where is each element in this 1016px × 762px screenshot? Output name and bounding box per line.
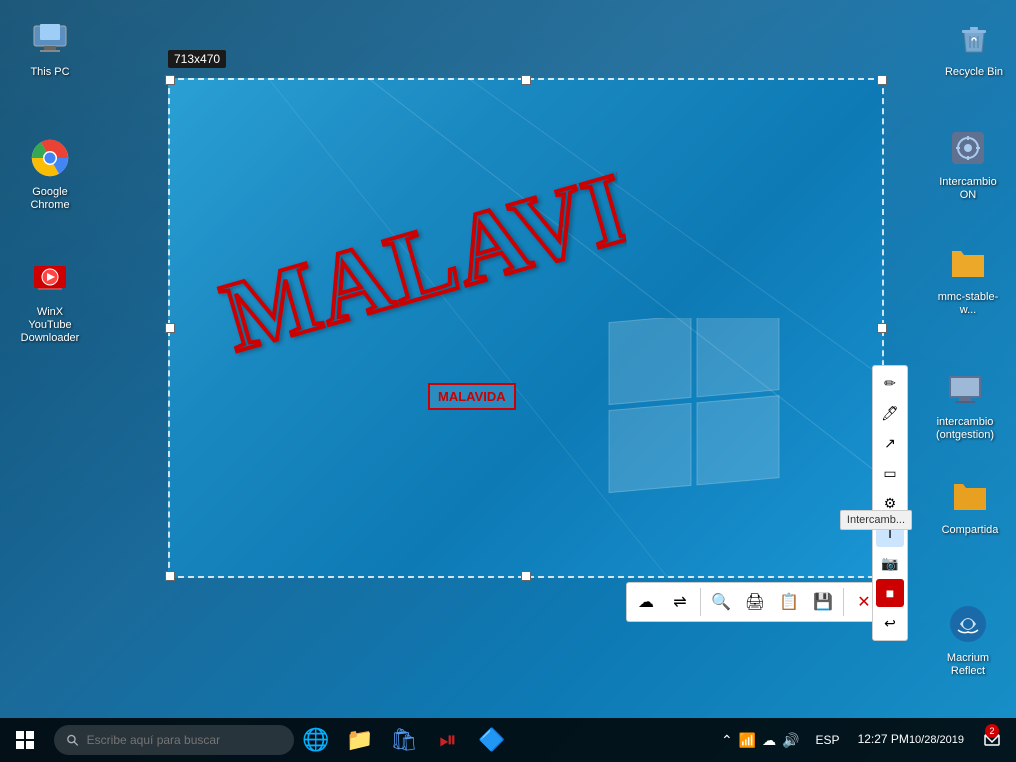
compartida-icon <box>946 472 994 520</box>
snip-dimensions-label: 713x470 <box>168 50 226 68</box>
desktop-icon-this-pc[interactable]: This PC <box>10 10 90 83</box>
intercambio-on-label: Intercambio ON <box>932 176 1004 202</box>
chrome-icon <box>26 134 74 182</box>
tool-arrow[interactable]: ↗ <box>876 429 904 457</box>
tray-volume[interactable]: 🔊 <box>782 732 799 749</box>
this-pc-icon <box>26 14 74 62</box>
desktop-icon-winx[interactable]: WinX YouTube Downloader <box>10 250 90 350</box>
taskbar-search[interactable] <box>54 725 294 755</box>
winx-label: WinX YouTube Downloader <box>14 306 86 346</box>
tray-language[interactable]: ESP <box>810 718 846 762</box>
snip-selection-border <box>168 78 884 578</box>
right-toolbar: ✏ 🖊 ↗ ▭ ⚙ T 📷 ■ ↩ <box>872 365 908 641</box>
edge-icon: 🌐 <box>302 727 329 753</box>
explorer-icon: 📁 <box>346 727 373 753</box>
tray-onedrive[interactable]: ☁ <box>762 732 776 749</box>
search-input[interactable] <box>87 733 282 747</box>
tool-pencil[interactable]: ✏ <box>876 369 904 397</box>
taskbar-app5[interactable]: 🔷 <box>470 718 514 762</box>
tool-color-red[interactable]: ■ <box>876 579 904 607</box>
app-tooltip: Intercamb... <box>840 510 912 530</box>
desktop-icon-macrium[interactable]: Macrium Reflect <box>928 596 1008 682</box>
clock-date: 10/28/2019 <box>909 733 964 747</box>
macrium-icon <box>944 600 992 648</box>
tool-screenshot[interactable]: 📷 <box>876 549 904 577</box>
mmc-icon <box>944 239 992 287</box>
intercambio-ontgestion-icon <box>941 364 989 412</box>
handle-top-left[interactable] <box>165 75 175 85</box>
handle-middle-right[interactable] <box>877 323 887 333</box>
toolbar-share-btn[interactable]: ⇌ <box>664 586 696 618</box>
macrium-label: Macrium Reflect <box>932 652 1004 678</box>
media-icon: ⏯ <box>439 727 457 753</box>
desktop-icon-intercambio-on[interactable]: Intercambio ON <box>928 120 1008 206</box>
mmc-label: mmc-stable-w... <box>932 291 1004 317</box>
taskbar: 🌐 📁 🛍 ⏯ 🔷 ⌃ 📶 ☁ 🔊 ESP 12 <box>0 718 1016 762</box>
tool-rect[interactable]: ▭ <box>876 459 904 487</box>
tray-network[interactable]: 📶 <box>739 732 756 749</box>
handle-top-right[interactable] <box>877 75 887 85</box>
compartida-label: Compartida <box>942 524 999 537</box>
search-icon <box>66 733 79 747</box>
handle-top-middle[interactable] <box>521 75 531 85</box>
chrome-label: Google Chrome <box>14 186 86 212</box>
handle-bottom-middle[interactable] <box>521 571 531 581</box>
desktop-icon-recycle[interactable]: Recycle Bin <box>934 10 1014 83</box>
desktop-icon-compartida[interactable]: Compartida <box>930 468 1010 541</box>
taskbar-store[interactable]: 🛍 <box>382 718 426 762</box>
clock-time: 12:27 PM <box>858 732 909 748</box>
tray-chevron[interactable]: ⌃ <box>721 732 733 749</box>
winx-icon <box>26 254 74 302</box>
desktop-icon-mmc[interactable]: mmc-stable-w... <box>928 235 1008 321</box>
handle-middle-left[interactable] <box>165 323 175 333</box>
recycle-bin-label: Recycle Bin <box>945 66 1003 79</box>
app5-icon: 🔷 <box>478 727 505 753</box>
toolbar-search-btn[interactable]: 🔍 <box>705 586 737 618</box>
taskbar-explorer[interactable]: 📁 <box>338 718 382 762</box>
desktop-icon-chrome[interactable]: Google Chrome <box>10 130 90 216</box>
taskbar-clock[interactable]: 12:27 PM 10/28/2019 <box>850 718 972 762</box>
taskbar-edge[interactable]: 🌐 <box>294 718 338 762</box>
recycle-bin-icon <box>950 14 998 62</box>
toolbar-print-btn[interactable]: 🖨 <box>739 586 771 618</box>
notification-button[interactable]: 2 <box>976 718 1008 762</box>
intercambio-ontgestion-label: intercambio (ontgestion) <box>929 416 1001 442</box>
taskbar-media[interactable]: ⏯ <box>426 718 470 762</box>
intercambio-on-icon <box>944 124 992 172</box>
this-pc-label: This PC <box>30 66 69 79</box>
desktop-icon-intercambio-ontgestion[interactable]: intercambio (ontgestion) <box>925 360 1005 446</box>
handle-bottom-left[interactable] <box>165 571 175 581</box>
toolbar-copy-btn[interactable]: 📋 <box>773 586 805 618</box>
tray-icons: ⌃ 📶 ☁ 🔊 <box>715 732 806 749</box>
store-icon: 🛍 <box>390 727 418 753</box>
toolbar-save-btn[interactable]: 💾 <box>807 586 839 618</box>
tool-undo[interactable]: ↩ <box>876 609 904 637</box>
toolbar-cloud-btn[interactable]: ☁ <box>630 586 662 618</box>
notification-badge: 2 <box>985 724 999 738</box>
desktop: This PC Google Chrome <box>0 0 1016 762</box>
snip-bottom-toolbar: ☁ ⇌ 🔍 🖨 📋 💾 ✕ <box>626 582 884 622</box>
snip-container: 713x470 MALAVIDA <box>168 78 884 578</box>
system-tray: ⌃ 📶 ☁ 🔊 ESP 12:27 PM 10/28/2019 2 <box>715 718 1016 762</box>
start-button[interactable] <box>0 718 50 762</box>
tool-pen[interactable]: 🖊 <box>876 399 904 427</box>
